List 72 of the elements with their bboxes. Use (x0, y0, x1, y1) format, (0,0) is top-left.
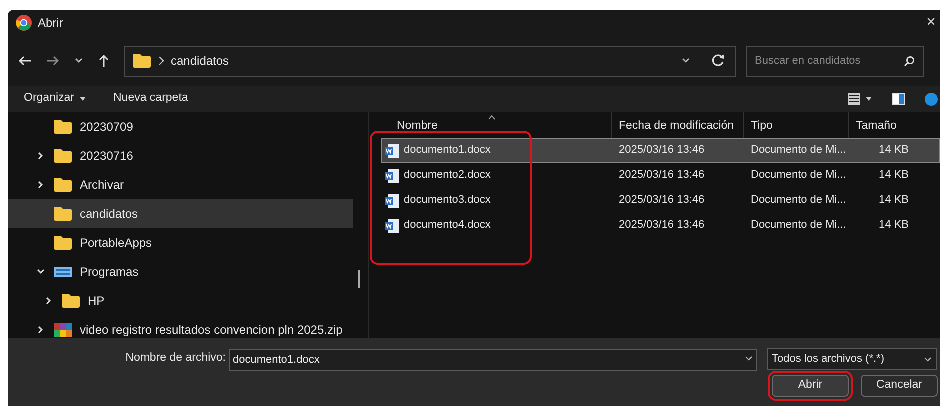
folder-icon (133, 54, 151, 68)
chevron-down-icon[interactable] (36, 266, 46, 276)
document-icon (385, 168, 399, 182)
close-button[interactable]: × (926, 15, 936, 31)
sidebar-item[interactable]: PortableApps (8, 228, 353, 257)
file-row[interactable]: documento1.docx 2025/03/16 13:46 Documento de Mi... 14 KB (381, 138, 940, 163)
table-cell-text: 14 KB (879, 193, 909, 208)
file-name: documento4.docx (404, 218, 491, 234)
sidebar-item[interactable]: Archivar (8, 170, 353, 199)
file-name: documento1.docx (404, 143, 491, 158)
sidebar-item[interactable]: video registro resultados convencion pln 2025.zip (8, 315, 353, 338)
sidebar-item[interactable]: Programas (8, 257, 353, 286)
document-icon (385, 218, 399, 232)
scrollbar-thumb[interactable] (358, 270, 360, 288)
field-label: Nombre de archivo: (124, 351, 226, 366)
cancel-button[interactable]: Cancelar (861, 375, 938, 397)
app-icon (16, 15, 32, 31)
table-cell-text: Documento de Mi... (751, 143, 846, 158)
sidebar-item[interactable]: 20230709 (8, 112, 353, 141)
table-cell-text: Documento de Mi... (751, 168, 846, 184)
column-header[interactable]: Nombre (381, 112, 611, 138)
window-title: Abrir (38, 15, 64, 32)
address-bar[interactable]: candidatos (124, 46, 736, 76)
keyboard-icon (54, 264, 72, 278)
organize-menu[interactable]: Organizar (24, 90, 86, 108)
document-icon (385, 194, 399, 208)
folder-icon (54, 206, 72, 220)
file-name: documento2.docx (404, 168, 491, 184)
chevron-down-icon[interactable] (745, 354, 753, 362)
up-arrow-icon[interactable] (98, 54, 110, 68)
dropdown-icon[interactable] (866, 97, 872, 101)
folder-icon (54, 236, 72, 250)
table-cell-text: 2025/03/16 13:46 (619, 193, 705, 208)
table-cell-text: 14 KB (879, 218, 909, 234)
folder-icon (54, 148, 72, 162)
search-icon[interactable] (904, 56, 915, 66)
table-cell-text: 2025/03/16 13:46 (619, 143, 705, 158)
search-field[interactable]: Buscar en candidatos (746, 46, 924, 76)
new-folder-button[interactable]: Nueva carpeta (114, 90, 188, 108)
chevron-down-icon[interactable] (924, 355, 932, 363)
document-icon (385, 144, 399, 158)
file-row[interactable]: documento4.docx 2025/03/16 13:46 Documento de Mi... 14 KB (381, 213, 940, 238)
sidebar-item[interactable]: candidatos (8, 199, 353, 228)
table-cell-text: 14 KB (879, 168, 909, 184)
chevron-right-icon[interactable] (36, 150, 46, 160)
folder-icon (54, 120, 72, 134)
file-row[interactable]: documento2.docx 2025/03/16 13:46 Documento de Mi... 14 KB (381, 163, 940, 188)
table-cell-text: 14 KB (879, 143, 909, 158)
chevron-right-icon[interactable] (44, 296, 54, 306)
table-cell-text: Documento de Mi... (751, 218, 846, 234)
forward-icon[interactable] (46, 55, 60, 67)
chevron-right-icon[interactable] (36, 180, 46, 190)
table-cell-text: Documento de Mi... (751, 193, 846, 208)
sort-ascending-icon (488, 115, 496, 120)
table-cell-text: 2025/03/16 13:46 (619, 218, 705, 234)
preview-pane-icon[interactable] (892, 93, 905, 105)
table-cell-text: 2025/03/16 13:46 (619, 168, 705, 184)
folder-icon (62, 294, 80, 308)
file-type-dropdown[interactable]: Todos los archivos (*.*) (767, 348, 937, 370)
file-row[interactable]: documento3.docx 2025/03/16 13:46 Documento de Mi... 14 KB (381, 188, 940, 213)
archive-icon (54, 322, 72, 336)
sidebar-item[interactable]: HP (8, 286, 353, 315)
sidebar-item[interactable]: 20230716 (8, 141, 353, 170)
back-icon[interactable] (18, 55, 32, 67)
file-name: documento3.docx (404, 193, 491, 208)
chevron-right-icon[interactable] (36, 324, 46, 334)
refresh-icon[interactable] (711, 54, 725, 68)
view-list-icon[interactable] (848, 93, 860, 105)
filename-field[interactable]: documento1.docx (229, 349, 757, 371)
breadcrumb-item[interactable]: candidatos (171, 52, 230, 70)
chevron-down-icon[interactable] (74, 56, 84, 66)
folder-icon (54, 178, 72, 192)
